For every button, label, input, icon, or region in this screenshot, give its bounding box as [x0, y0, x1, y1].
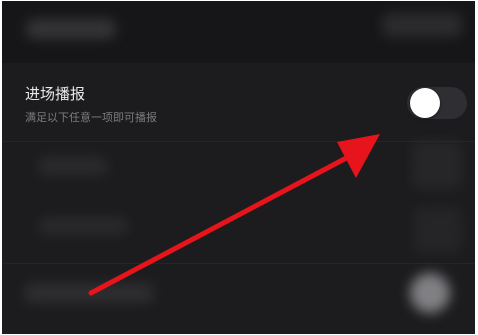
toggle-knob: [410, 88, 440, 118]
entry-broadcast-toggle[interactable]: [407, 87, 467, 119]
blurred-row-control: [414, 207, 462, 253]
entry-broadcast-title: 进场播报: [25, 85, 86, 103]
row-divider: [2, 263, 475, 264]
blurred-header-text: [26, 19, 116, 39]
row-divider: [2, 141, 475, 142]
entry-broadcast-row[interactable]: 进场播报 满足以下任意一项即可播报: [2, 75, 475, 137]
blurred-row-label: [38, 157, 108, 175]
blurred-row-label: [24, 283, 154, 303]
blurred-row-control: [410, 273, 450, 313]
blurred-header-value: [382, 13, 462, 37]
settings-screen: 进场播报 满足以下任意一项即可播报: [2, 1, 475, 334]
blurred-row-control: [412, 141, 462, 189]
entry-broadcast-subtitle: 满足以下任意一项即可播报: [25, 111, 157, 124]
blurred-header: [2, 1, 475, 63]
blurred-row-label: [38, 217, 128, 235]
